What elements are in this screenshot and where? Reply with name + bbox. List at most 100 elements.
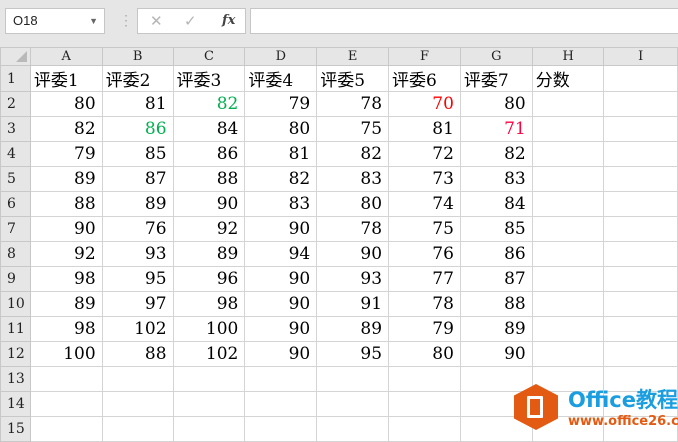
cell-I11[interactable] bbox=[603, 316, 678, 342]
cell-F11[interactable]: 79 bbox=[388, 316, 461, 342]
cell-I4[interactable] bbox=[603, 141, 678, 167]
column-header-E[interactable]: E bbox=[316, 47, 390, 66]
cell-E1[interactable]: 评委5 bbox=[316, 65, 390, 92]
cell-I7[interactable] bbox=[603, 216, 678, 242]
row-header[interactable]: 6 bbox=[0, 191, 31, 217]
cell-E8[interactable]: 90 bbox=[316, 241, 390, 267]
cell-I10[interactable] bbox=[603, 291, 678, 317]
cell-B10[interactable]: 97 bbox=[101, 291, 174, 317]
cell-F14[interactable] bbox=[388, 391, 461, 417]
formula-input[interactable] bbox=[250, 8, 678, 34]
cell-H2[interactable] bbox=[531, 91, 605, 117]
cell-B7[interactable]: 76 bbox=[101, 216, 174, 242]
cell-C3[interactable]: 84 bbox=[172, 116, 246, 142]
cell-A13[interactable] bbox=[29, 366, 103, 392]
cell-C11[interactable]: 100 bbox=[172, 316, 246, 342]
insert-function-icon[interactable]: fx bbox=[222, 13, 235, 28]
row-header[interactable]: 10 bbox=[0, 291, 31, 317]
select-all-button[interactable] bbox=[0, 47, 31, 66]
cell-G6[interactable]: 84 bbox=[459, 191, 533, 217]
cell-G7[interactable]: 85 bbox=[459, 216, 533, 242]
row-header[interactable]: 5 bbox=[0, 166, 31, 192]
cell-A11[interactable]: 98 bbox=[29, 316, 103, 342]
cell-F9[interactable]: 77 bbox=[388, 266, 461, 292]
cell-E6[interactable]: 80 bbox=[316, 191, 390, 217]
spreadsheet-grid[interactable]: ABCDEFGHI 1 评委1 评委2 评委3 评委4 评委5 评委6 评委7 分数 2 80 81 8… bbox=[0, 47, 678, 442]
cell-D11[interactable]: 90 bbox=[244, 316, 318, 342]
cell-B13[interactable] bbox=[101, 366, 174, 392]
cell-E3[interactable]: 75 bbox=[316, 116, 390, 142]
cell-F8[interactable]: 76 bbox=[388, 241, 461, 267]
row-header[interactable]: 1 bbox=[0, 65, 31, 92]
row-header[interactable]: 4 bbox=[0, 141, 31, 167]
cell-F1[interactable]: 评委6 bbox=[388, 65, 461, 92]
column-header-C[interactable]: C bbox=[172, 47, 246, 66]
cell-B14[interactable] bbox=[101, 391, 174, 417]
cell-F3[interactable]: 81 bbox=[388, 116, 461, 142]
cell-C6[interactable]: 90 bbox=[172, 191, 246, 217]
column-header-H[interactable]: H bbox=[531, 47, 605, 66]
cell-G2[interactable]: 80 bbox=[459, 91, 533, 117]
cell-B15[interactable] bbox=[101, 416, 174, 442]
cell-A1[interactable]: 评委1 bbox=[29, 65, 103, 92]
cell-F7[interactable]: 75 bbox=[388, 216, 461, 242]
cell-E10[interactable]: 91 bbox=[316, 291, 390, 317]
cell-D12[interactable]: 90 bbox=[244, 341, 318, 367]
cell-G11[interactable]: 89 bbox=[459, 316, 533, 342]
cell-F4[interactable]: 72 bbox=[388, 141, 461, 167]
cell-F13[interactable] bbox=[388, 366, 461, 392]
cell-E14[interactable] bbox=[316, 391, 390, 417]
cell-A14[interactable] bbox=[29, 391, 103, 417]
cell-C5[interactable]: 88 bbox=[172, 166, 246, 192]
cell-C1[interactable]: 评委3 bbox=[172, 65, 246, 92]
cell-H5[interactable] bbox=[531, 166, 605, 192]
cell-G12[interactable]: 90 bbox=[459, 341, 533, 367]
cell-D15[interactable] bbox=[244, 416, 318, 442]
cell-H12[interactable] bbox=[531, 341, 605, 367]
column-header-D[interactable]: D bbox=[244, 47, 318, 66]
cell-H11[interactable] bbox=[531, 316, 605, 342]
row-header[interactable]: 12 bbox=[0, 341, 31, 367]
cell-B4[interactable]: 85 bbox=[101, 141, 174, 167]
cell-I1[interactable] bbox=[603, 65, 678, 92]
chevron-down-icon[interactable]: ▼ bbox=[89, 9, 98, 33]
cell-C7[interactable]: 92 bbox=[172, 216, 246, 242]
cell-I8[interactable] bbox=[603, 241, 678, 267]
column-header-A[interactable]: A bbox=[29, 47, 103, 66]
cell-A3[interactable]: 82 bbox=[29, 116, 103, 142]
cell-B9[interactable]: 95 bbox=[101, 266, 174, 292]
column-header-G[interactable]: G bbox=[459, 47, 533, 66]
column-header-I[interactable]: I bbox=[603, 47, 678, 66]
cell-H3[interactable] bbox=[531, 116, 605, 142]
row-header[interactable]: 14 bbox=[0, 391, 31, 417]
cell-G8[interactable]: 86 bbox=[459, 241, 533, 267]
cell-F2[interactable]: 70 bbox=[388, 91, 461, 117]
cell-B12[interactable]: 88 bbox=[101, 341, 174, 367]
cell-E12[interactable]: 95 bbox=[316, 341, 390, 367]
row-header[interactable]: 11 bbox=[0, 316, 31, 342]
row-header[interactable]: 8 bbox=[0, 241, 31, 267]
cell-E15[interactable] bbox=[316, 416, 390, 442]
column-header-B[interactable]: B bbox=[101, 47, 174, 66]
cell-H7[interactable] bbox=[531, 216, 605, 242]
cancel-icon[interactable]: ✕ bbox=[150, 12, 163, 30]
cell-G3[interactable]: 71 bbox=[459, 116, 533, 142]
cell-D6[interactable]: 83 bbox=[244, 191, 318, 217]
row-header[interactable]: 13 bbox=[0, 366, 31, 392]
cell-I5[interactable] bbox=[603, 166, 678, 192]
cell-C2[interactable]: 82 bbox=[172, 91, 246, 117]
row-header[interactable]: 7 bbox=[0, 216, 31, 242]
cell-C12[interactable]: 102 bbox=[172, 341, 246, 367]
cell-F6[interactable]: 74 bbox=[388, 191, 461, 217]
cell-D7[interactable]: 90 bbox=[244, 216, 318, 242]
cell-D9[interactable]: 90 bbox=[244, 266, 318, 292]
cell-D8[interactable]: 94 bbox=[244, 241, 318, 267]
cell-D4[interactable]: 81 bbox=[244, 141, 318, 167]
cell-A10[interactable]: 89 bbox=[29, 291, 103, 317]
cell-F12[interactable]: 80 bbox=[388, 341, 461, 367]
cell-H1[interactable]: 分数 bbox=[531, 65, 605, 92]
column-header-F[interactable]: F bbox=[388, 47, 461, 66]
cell-A12[interactable]: 100 bbox=[29, 341, 103, 367]
cell-G4[interactable]: 82 bbox=[459, 141, 533, 167]
cell-A9[interactable]: 98 bbox=[29, 266, 103, 292]
